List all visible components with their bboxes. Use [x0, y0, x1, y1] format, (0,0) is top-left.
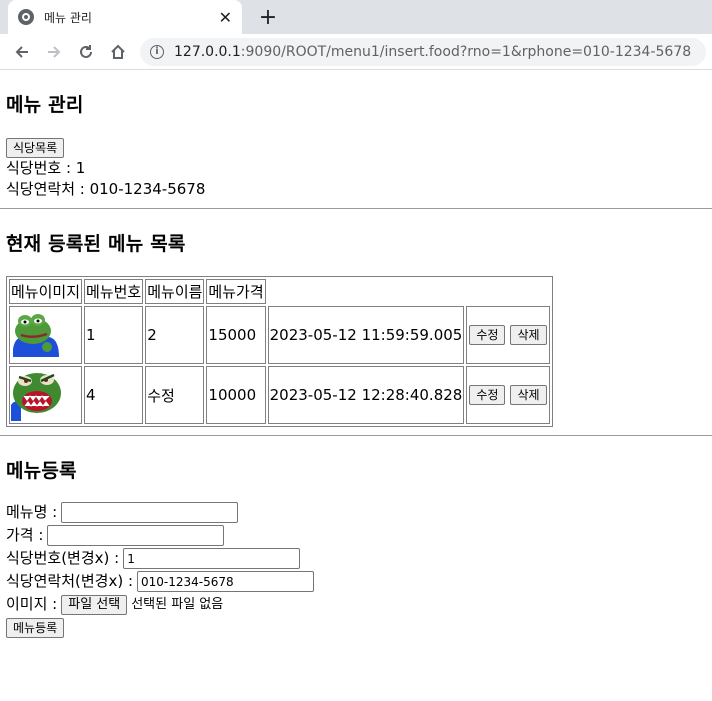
divider [0, 435, 712, 436]
file-status-text: 선택된 파일 없음 [131, 597, 224, 612]
menu-name: 수정 [145, 366, 205, 424]
menu-list-heading: 현재 등록된 메뉴 목록 [6, 233, 186, 255]
restaurant-phone-input[interactable] [137, 571, 315, 592]
menu-name-input[interactable] [61, 502, 239, 523]
globe-icon [18, 9, 34, 25]
address-bar[interactable]: i 127.0.0.1:9090/ROOT/menu1/insert.food?… [140, 37, 706, 66]
edit-button[interactable]: 수정 [469, 325, 506, 345]
menu-number: 4 [84, 366, 144, 424]
header-image: 메뉴이미지 [9, 279, 83, 304]
close-icon[interactable]: ✕ [219, 8, 232, 27]
browser-tab[interactable]: 메뉴 관리 ✕ [8, 0, 242, 34]
restaurant-number-label: 식당번호(변경x) : [6, 549, 120, 567]
price-label: 가격 : [6, 526, 44, 544]
restaurant-list-button[interactable]: 식당목록 [6, 138, 65, 158]
price-row: 가격 : [6, 524, 706, 547]
menu-name-row: 메뉴명 : [6, 501, 706, 524]
menu-table: 메뉴이미지 메뉴번호 메뉴이름 메뉴가격 1 2 15000 2023-05-1… [6, 276, 553, 427]
delete-button[interactable]: 삭제 [510, 385, 547, 405]
info-icon[interactable]: i [150, 44, 164, 59]
image-label: 이미지 : [6, 595, 58, 613]
header-name: 메뉴이름 [145, 279, 205, 304]
table-row: 4 수정 10000 2023-05-12 12:28:40.828 수정 삭제 [9, 366, 550, 424]
menu-name: 2 [145, 306, 205, 364]
menu-price: 10000 [206, 366, 266, 424]
tab-bar: 메뉴 관리 ✕ + [0, 0, 712, 34]
reload-icon[interactable] [70, 37, 102, 67]
file-select-button[interactable]: 파일 선택 [61, 594, 128, 615]
forward-arrow-icon[interactable] [38, 37, 70, 67]
menu-date: 2023-05-12 11:59:59.005 [267, 306, 465, 364]
menu-image-cell [9, 306, 83, 364]
new-tab-icon[interactable]: + [256, 3, 280, 31]
edit-button[interactable]: 수정 [469, 385, 506, 405]
browser-toolbar: i 127.0.0.1:9090/ROOT/menu1/insert.food?… [0, 34, 712, 70]
divider [0, 208, 712, 209]
price-input[interactable] [47, 525, 225, 546]
header-price: 메뉴가격 [206, 279, 266, 304]
frog-image [11, 309, 63, 361]
back-arrow-icon[interactable] [6, 37, 38, 67]
angry-frog-image [11, 369, 63, 421]
restaurant-number-text: 식당번호 : 1 [6, 159, 86, 177]
image-row: 이미지 : 파일 선택 선택된 파일 없음 [6, 593, 706, 616]
table-row: 1 2 15000 2023-05-12 11:59:59.005 수정 삭제 [9, 306, 550, 364]
restaurant-number-input[interactable] [123, 548, 301, 569]
restaurant-phone-label: 식당연락처(변경x) : [6, 572, 134, 590]
delete-button[interactable]: 삭제 [510, 325, 547, 345]
menu-actions: 수정 삭제 [466, 366, 550, 424]
menu-actions: 수정 삭제 [466, 306, 550, 364]
restaurant-number-row: 식당번호(변경x) : [6, 547, 706, 570]
url-text[interactable]: 127.0.0.1:9090/ROOT/menu1/insert.food?rn… [174, 44, 691, 60]
menu-name-label: 메뉴명 : [6, 503, 58, 521]
table-header-row: 메뉴이미지 메뉴번호 메뉴이름 메뉴가격 [9, 279, 550, 304]
menu-date: 2023-05-12 12:28:40.828 [267, 366, 465, 424]
restaurant-phone-row: 식당연락처(변경x) : [6, 570, 706, 593]
menu-price: 15000 [206, 306, 266, 364]
menu-image-cell [9, 366, 83, 424]
menu-number: 1 [84, 306, 144, 364]
restaurant-phone-text: 식당연락처 : 010-1234-5678 [6, 180, 206, 198]
page-title: 메뉴 관리 [6, 94, 84, 116]
menu-register-heading: 메뉴등록 [6, 460, 77, 482]
header-number: 메뉴번호 [84, 279, 144, 304]
menu-register-button[interactable]: 메뉴등록 [6, 618, 65, 638]
tab-title: 메뉴 관리 [44, 10, 92, 25]
home-icon[interactable] [102, 37, 134, 67]
page-content: 메뉴 관리 식당목록 식당번호 : 1 식당연락처 : 010-1234-567… [0, 90, 712, 638]
